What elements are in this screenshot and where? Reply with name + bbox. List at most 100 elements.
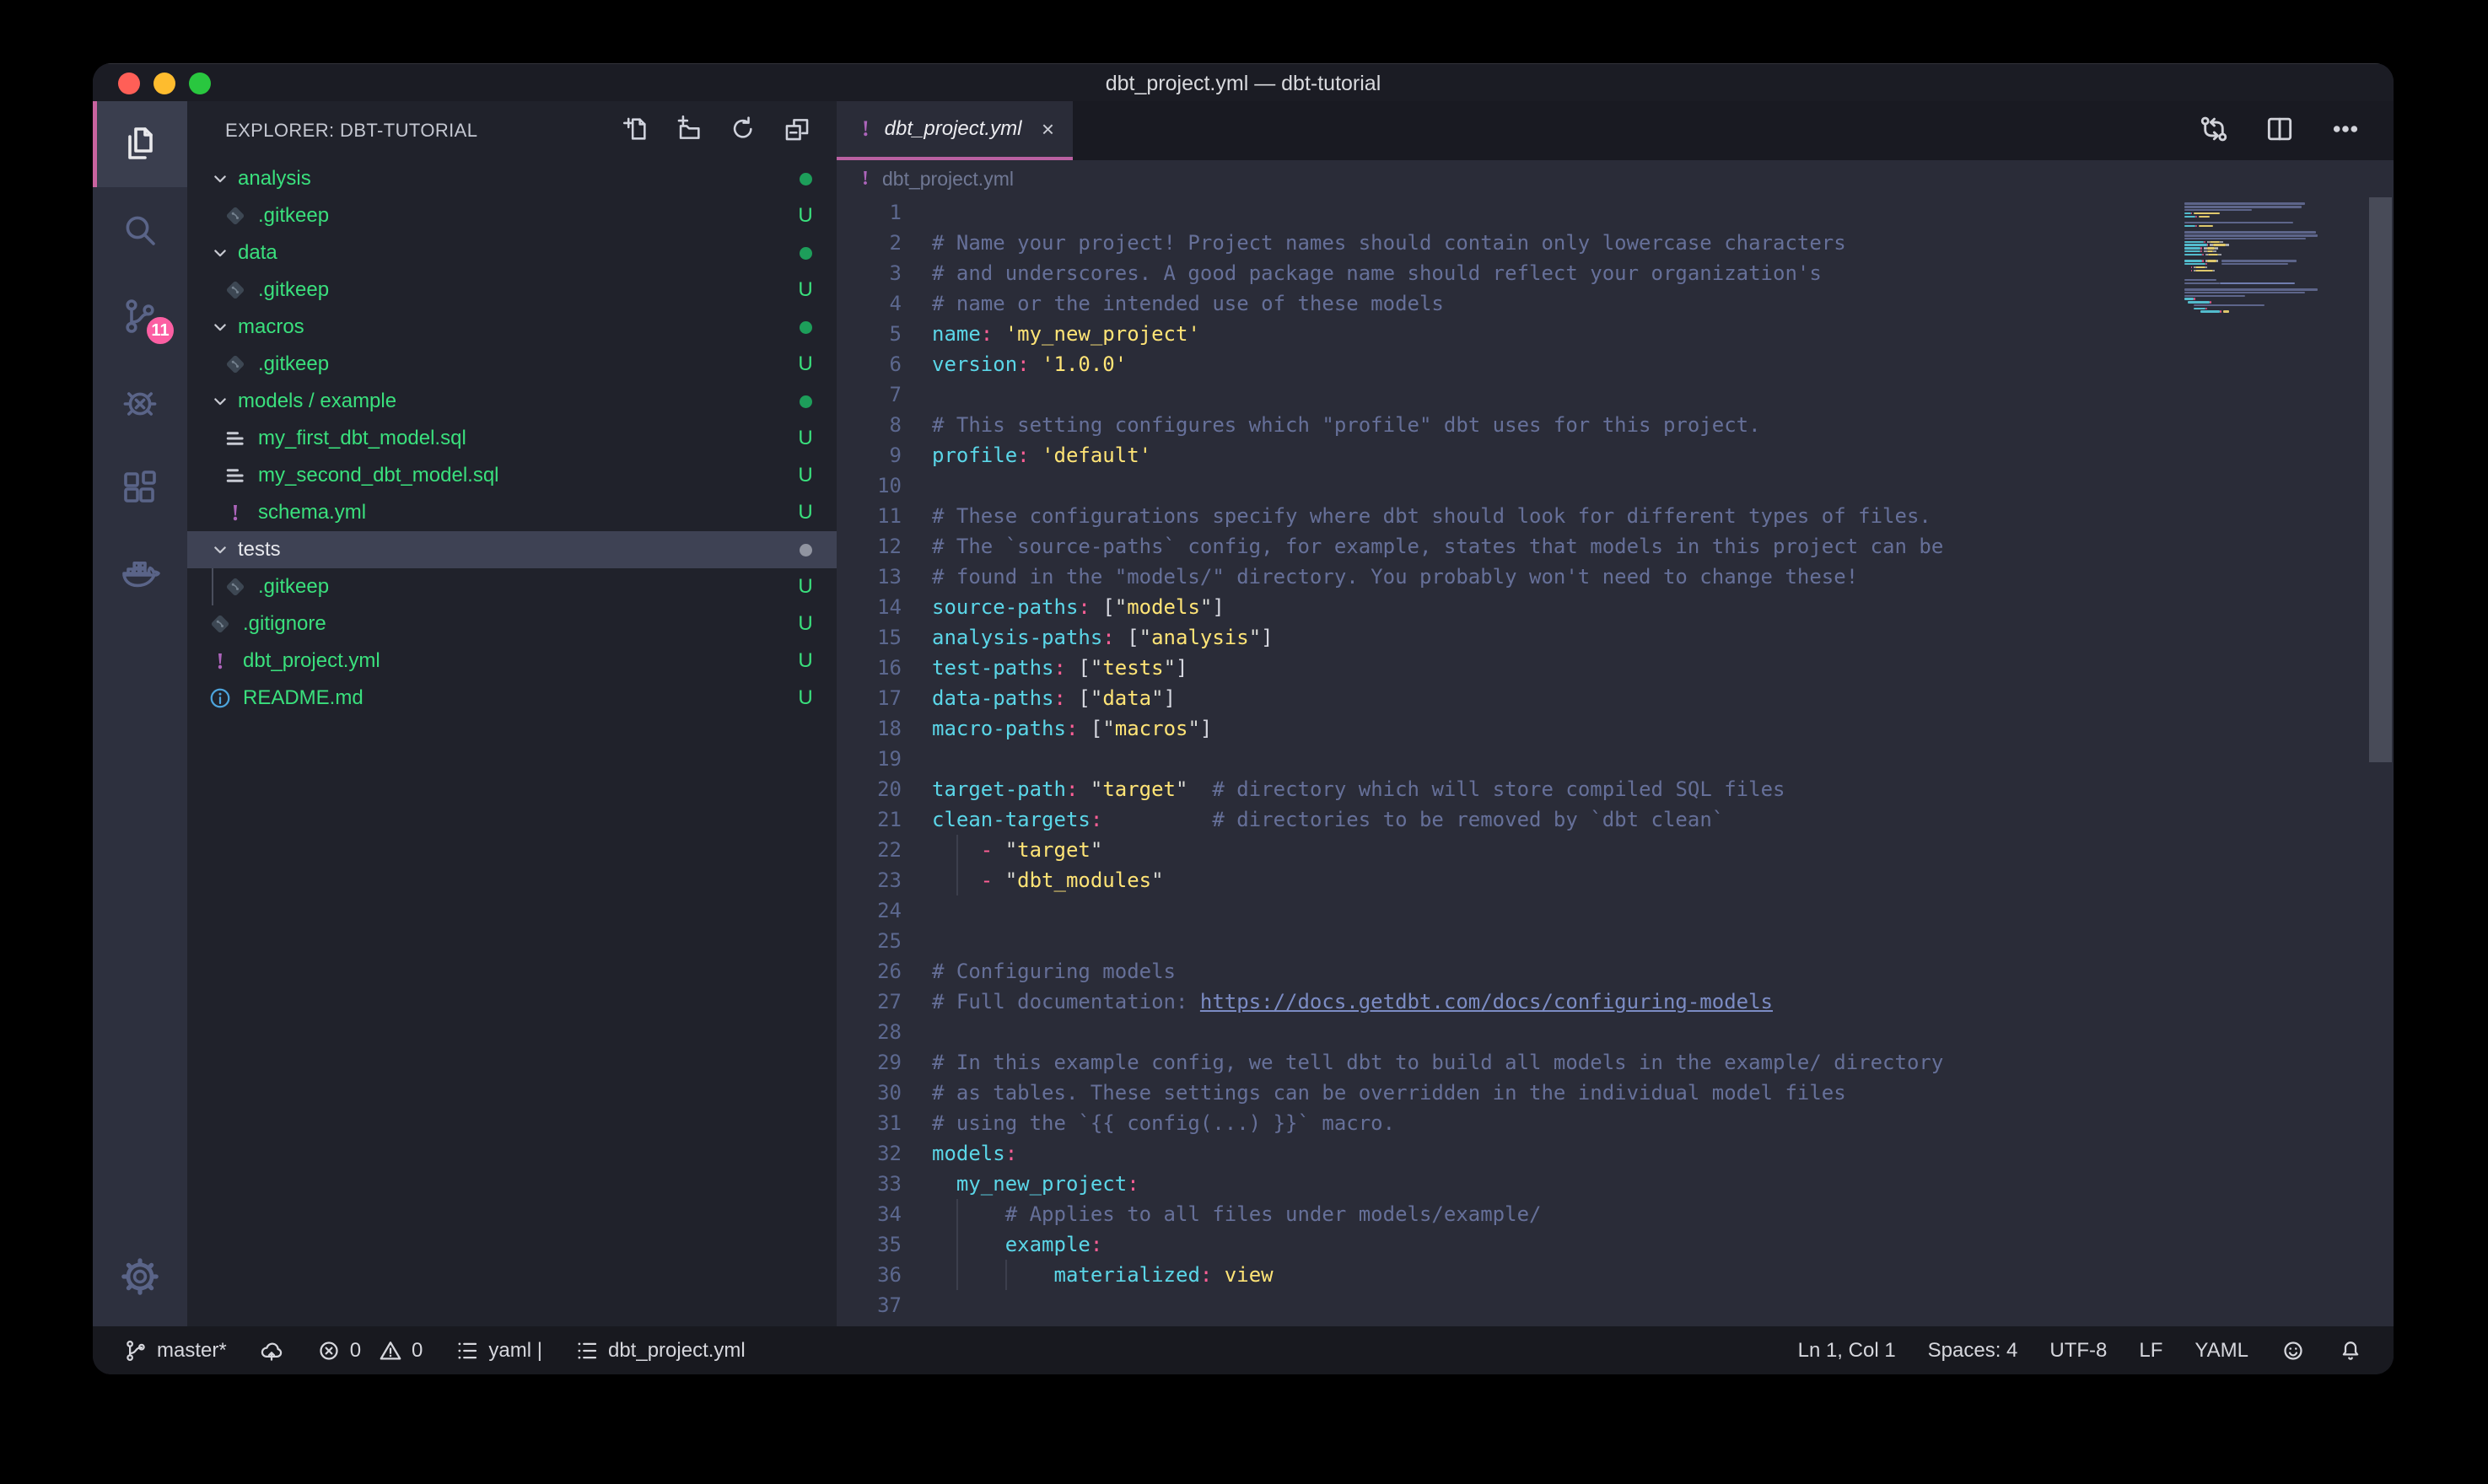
tree-file--gitkeep[interactable]: .gitkeepU (187, 272, 837, 309)
code-line-12[interactable]: 12# The `source-paths` config, for examp… (837, 531, 2394, 562)
status-outline-list[interactable]: yaml | (455, 1338, 542, 1363)
close-tab-icon[interactable]: × (1042, 116, 1054, 142)
tree-file--gitkeep[interactable]: .gitkeepU (187, 568, 837, 605)
tree-item-label: my_second_dbt_model.sql (258, 464, 499, 487)
code-line-23[interactable]: 23 - "dbt_modules" (837, 865, 2394, 895)
line-number: 16 (837, 653, 932, 683)
tree-folder-analysis[interactable]: analysis (187, 160, 837, 197)
status-utf-8[interactable]: UTF-8 (2049, 1339, 2107, 1363)
line-number: 37 (837, 1290, 932, 1320)
code-line-14[interactable]: 14source-paths: ["models"] (837, 592, 2394, 622)
status-cloud-upload[interactable] (259, 1338, 284, 1363)
code-line-36[interactable]: 36 materialized: view (837, 1260, 2394, 1290)
tree-file-my-first-dbt-model-sql[interactable]: my_first_dbt_model.sqlU (187, 420, 837, 457)
code-line-13[interactable]: 13# found in the "models/" directory. Yo… (837, 562, 2394, 592)
code-line-18[interactable]: 18macro-paths: ["macros"] (837, 713, 2394, 744)
status-bell[interactable] (2338, 1338, 2363, 1363)
status-label: Ln 1, Col 1 (1798, 1339, 1896, 1363)
status-git-branch[interactable]: master* (123, 1338, 227, 1363)
status-outline-list[interactable]: dbt_project.yml (574, 1338, 746, 1363)
code-line-21[interactable]: 21clean-targets: # directories to be rem… (837, 804, 2394, 835)
status-label: master* (157, 1339, 227, 1363)
code-line-11[interactable]: 11# These configurations specify where d… (837, 501, 2394, 531)
more-actions-icon[interactable] (2329, 113, 2361, 149)
status-yaml[interactable]: YAML (2195, 1339, 2248, 1363)
status-label: 0 (350, 1339, 361, 1363)
code-line-31[interactable]: 31# using the `{{ config(...) }}` macro. (837, 1108, 2394, 1138)
breadcrumb[interactable]: ! dbt_project.yml (837, 160, 2394, 197)
code-line-5[interactable]: 5name: 'my_new_project' (837, 319, 2394, 349)
code-line-6[interactable]: 6version: '1.0.0' (837, 349, 2394, 379)
status-lf[interactable]: LF (2139, 1339, 2162, 1363)
tree-folder-models-example[interactable]: models / example (187, 383, 837, 420)
code-editor[interactable]: 12# Name your project! Project names sho… (837, 197, 2394, 1326)
tree-item-label: my_first_dbt_model.sql (258, 427, 466, 450)
code-line-22[interactable]: 22 - "target" (837, 835, 2394, 865)
code-line-29[interactable]: 29# In this example config, we tell dbt … (837, 1047, 2394, 1078)
status-smiley[interactable] (2281, 1338, 2306, 1363)
status-spaces-4[interactable]: Spaces: 4 (1928, 1339, 2018, 1363)
tree-file--gitignore[interactable]: .gitignoreU (187, 605, 837, 643)
tree-item-label: models / example (238, 390, 396, 413)
status-warning-triangle[interactable]: 0 (378, 1338, 423, 1363)
code-text: test-paths: ["tests"] (932, 653, 1187, 683)
code-line-30[interactable]: 30# as tables. These settings can be ove… (837, 1078, 2394, 1108)
tree-file--gitkeep[interactable]: .gitkeepU (187, 346, 837, 383)
window-title: dbt_project.yml — dbt-tutorial (93, 64, 2394, 102)
code-line-7[interactable]: 7 (837, 379, 2394, 410)
code-line-26[interactable]: 26# Configuring models (837, 956, 2394, 987)
tree-file-readme-md[interactable]: README.mdU (187, 680, 837, 717)
minimap[interactable] (2184, 199, 2368, 1326)
editor-scrollbar[interactable] (2369, 197, 2392, 762)
code-line-20[interactable]: 20target-path: "target" # directory whic… (837, 774, 2394, 804)
code-line-9[interactable]: 9profile: 'default' (837, 440, 2394, 470)
status-ln-1-col-1[interactable]: Ln 1, Col 1 (1798, 1339, 1896, 1363)
code-text: # In this example config, we tell dbt to… (932, 1047, 1943, 1078)
code-line-10[interactable]: 10 (837, 470, 2394, 501)
tree-folder-tests[interactable]: tests (187, 531, 837, 568)
activity-docker-icon[interactable] (93, 531, 187, 617)
new-folder-icon[interactable] (675, 115, 703, 148)
code-line-25[interactable]: 25 (837, 926, 2394, 956)
line-number: 19 (837, 744, 932, 774)
tree-file--gitkeep[interactable]: .gitkeepU (187, 197, 837, 234)
tree-file-schema-yml[interactable]: !schema.ymlU (187, 494, 837, 531)
code-line-16[interactable]: 16test-paths: ["tests"] (837, 653, 2394, 683)
tree-folder-macros[interactable]: macros (187, 309, 837, 346)
code-line-35[interactable]: 35 example: (837, 1229, 2394, 1260)
code-line-19[interactable]: 19 (837, 744, 2394, 774)
new-file-icon[interactable] (621, 115, 649, 148)
code-line-37[interactable]: 37 (837, 1290, 2394, 1320)
code-line-4[interactable]: 4# name or the intended use of these mod… (837, 288, 2394, 319)
indent-guide (956, 835, 958, 865)
code-line-24[interactable]: 24 (837, 895, 2394, 926)
code-line-1[interactable]: 1 (837, 197, 2394, 228)
split-editor-icon[interactable] (2264, 113, 2296, 149)
code-line-17[interactable]: 17data-paths: ["data"] (837, 683, 2394, 713)
tree-folder-data[interactable]: data (187, 234, 837, 272)
code-line-3[interactable]: 3# and underscores. A good package name … (837, 258, 2394, 288)
activity-debug-icon[interactable] (93, 359, 187, 445)
code-line-15[interactable]: 15analysis-paths: ["analysis"] (837, 622, 2394, 653)
status-label: yaml | (488, 1339, 542, 1363)
status-error-circle[interactable]: 0 (316, 1338, 361, 1363)
code-line-33[interactable]: 33 my_new_project: (837, 1169, 2394, 1199)
collapse-all-icon[interactable] (783, 115, 811, 148)
tab-dbt-project-yml[interactable]: ! dbt_project.yml × (837, 101, 1073, 160)
code-line-27[interactable]: 27# Full documentation: https://docs.get… (837, 987, 2394, 1017)
code-line-8[interactable]: 8# This setting configures which "profil… (837, 410, 2394, 440)
tree-file-my-second-dbt-model-sql[interactable]: my_second_dbt_model.sqlU (187, 457, 837, 494)
tree-file-dbt-project-yml[interactable]: !dbt_project.ymlU (187, 643, 837, 680)
activity-source-control-icon[interactable]: 11 (93, 273, 187, 359)
code-line-34[interactable]: 34 # Applies to all files under models/e… (837, 1199, 2394, 1229)
warning-triangle-icon (378, 1338, 403, 1363)
code-line-2[interactable]: 2# Name your project! Project names shou… (837, 228, 2394, 258)
code-line-32[interactable]: 32models: (837, 1138, 2394, 1169)
activity-extensions-icon[interactable] (93, 445, 187, 531)
activity-search-icon[interactable] (93, 187, 187, 273)
activity-files-icon[interactable] (93, 101, 187, 187)
open-changes-icon[interactable] (2198, 113, 2230, 149)
code-line-28[interactable]: 28 (837, 1017, 2394, 1047)
activity-gear-icon[interactable] (93, 1234, 187, 1320)
refresh-icon[interactable] (729, 115, 757, 148)
